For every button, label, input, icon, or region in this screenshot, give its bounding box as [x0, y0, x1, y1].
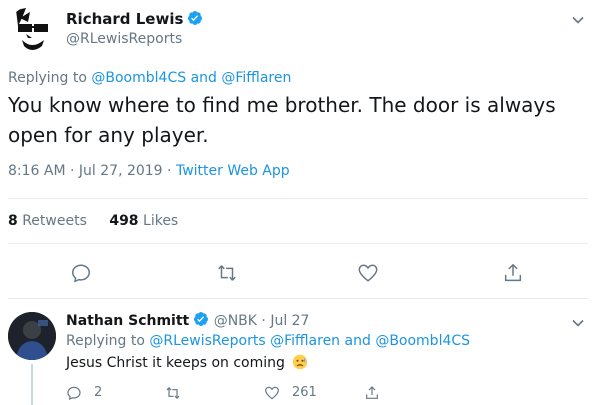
reply-date[interactable]: Jul 27	[270, 313, 309, 329]
tweet-time[interactable]: 8:16 AM	[8, 163, 66, 179]
tweet-meta: 8:16 AM · Jul 27, 2019 · Twitter Web App	[8, 163, 290, 179]
reply-author-handle[interactable]: @NBK	[214, 313, 257, 329]
reply-header: Nathan Schmitt @NBK · Jul 27	[66, 311, 309, 329]
divider	[8, 198, 588, 199]
verified-icon	[187, 10, 203, 26]
divider	[8, 298, 588, 299]
replying-to: Replying to @RLewisReports @Fifflaren an…	[66, 333, 470, 349]
meta-separator: ·	[167, 163, 172, 179]
replying-to: Replying to @Boombl4CS and @Fifflaren	[8, 70, 291, 86]
like-icon[interactable]	[264, 385, 280, 401]
likes-label: Likes	[143, 213, 179, 229]
thread-line	[31, 364, 33, 405]
meta-separator: ·	[70, 163, 75, 179]
retweet-icon[interactable]	[216, 262, 238, 284]
retweets-count: 8	[8, 213, 18, 229]
tweet-date[interactable]: Jul 27, 2019	[79, 163, 163, 179]
like-icon[interactable]	[357, 262, 379, 284]
avatar[interactable]	[8, 6, 56, 54]
likes-stat[interactable]: 498 Likes	[109, 213, 178, 229]
reply-icon[interactable]	[66, 385, 82, 401]
reply-icon[interactable]	[70, 262, 92, 284]
author-name[interactable]: Richard Lewis	[66, 10, 203, 28]
mention-link[interactable]: @RLewisReports	[149, 333, 265, 349]
author-handle[interactable]: @RLewisReports	[66, 31, 182, 47]
tweet-stats: 8 Retweets 498 Likes	[8, 213, 196, 229]
divider	[8, 243, 588, 244]
share-icon[interactable]	[364, 385, 380, 401]
mention-link[interactable]: @Fifflaren	[221, 70, 291, 86]
retweet-icon[interactable]	[165, 385, 181, 401]
mention-link[interactable]: @Fifflaren	[270, 333, 340, 349]
verified-icon	[193, 311, 209, 327]
tweet-text: You know where to find me brother. The d…	[8, 93, 556, 147]
author-name-text[interactable]: Richard Lewis	[66, 10, 183, 28]
avatar[interactable]	[8, 312, 56, 360]
replying-prefix: Replying to	[8, 70, 87, 86]
retweets-label: Retweets	[22, 213, 87, 229]
reply-author-name[interactable]: Nathan Schmitt	[66, 313, 189, 329]
like-count: 261	[292, 385, 317, 400]
reply-text: Jesus Christ it keeps on coming	[66, 354, 308, 374]
meta-separator: ·	[261, 313, 266, 329]
chevron-down-icon[interactable]	[571, 12, 585, 26]
likes-count: 498	[109, 213, 139, 229]
worried-face-emoji	[292, 354, 308, 374]
mention-and[interactable]: and	[345, 333, 371, 349]
mention-link[interactable]: @Boombl4CS	[375, 333, 470, 349]
mention-link[interactable]: @Boombl4CS	[91, 70, 186, 86]
replying-prefix: Replying to	[66, 333, 145, 349]
reply-count: 2	[94, 385, 103, 400]
tweet-source[interactable]: Twitter Web App	[176, 163, 290, 179]
retweets-stat[interactable]: 8 Retweets	[8, 213, 87, 229]
chevron-down-icon[interactable]	[571, 315, 585, 329]
reply-text-body: Jesus Christ it keeps on coming	[66, 355, 285, 371]
mention-and[interactable]: and	[191, 70, 217, 86]
share-icon[interactable]	[502, 262, 524, 284]
